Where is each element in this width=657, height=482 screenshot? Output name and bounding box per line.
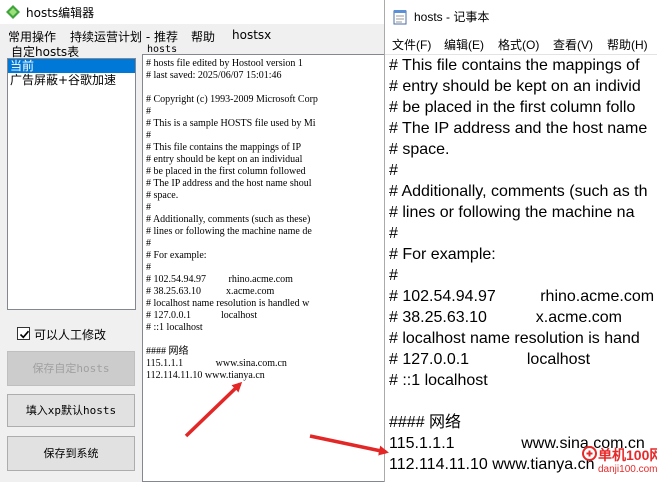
arrow-to-editor-line	[184, 381, 243, 438]
watermark-brand: 单机100网	[598, 447, 657, 463]
annotation-arrows	[184, 381, 389, 456]
arrow-to-notepad-line	[309, 434, 389, 456]
watermark-logo-icon	[582, 446, 597, 461]
watermark-url: danji100.com	[598, 464, 657, 475]
site-watermark: 单机100网 danji100.com	[582, 443, 657, 482]
